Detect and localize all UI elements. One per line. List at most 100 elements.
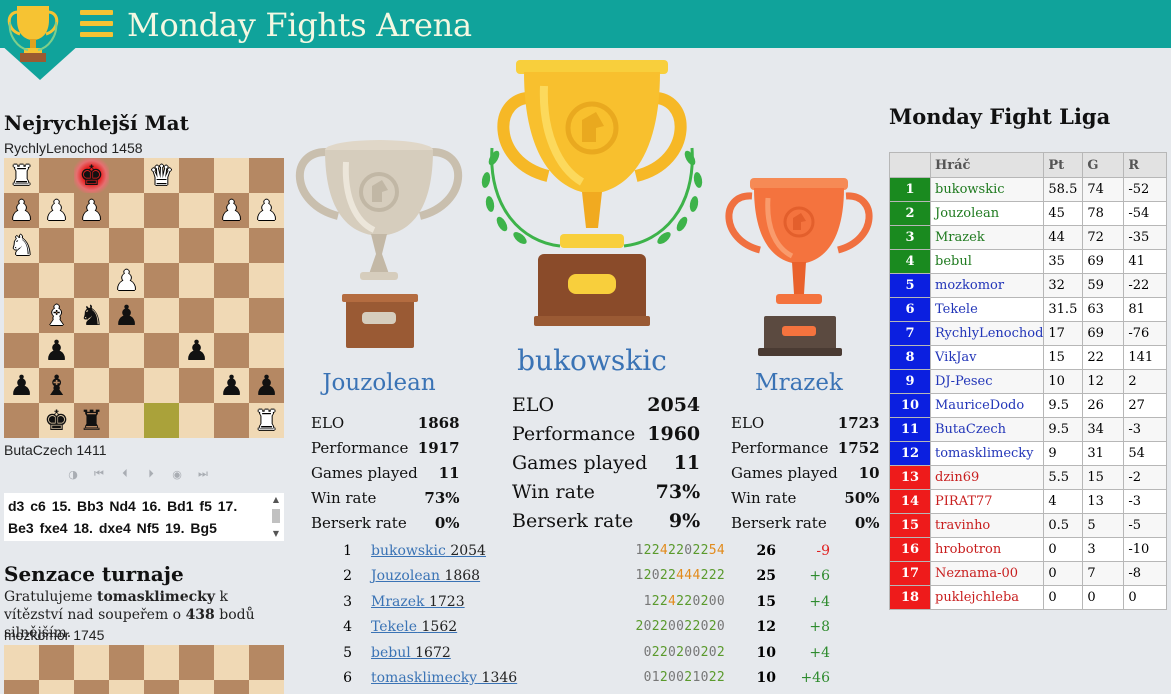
standings-player-link[interactable]: Mrazek [371, 594, 425, 610]
board-square[interactable] [249, 228, 284, 263]
board-square[interactable] [249, 298, 284, 333]
league-player-link[interactable]: PIRAT77 [929, 489, 1045, 514]
board-square[interactable]: ♝ [39, 368, 74, 403]
league-player-link[interactable]: Jouzolean [929, 201, 1045, 226]
board-square[interactable] [74, 263, 109, 298]
board-square[interactable] [179, 645, 214, 680]
fastest-mate-bottom-player[interactable]: ButaCzech 1411 [4, 442, 106, 458]
board-square[interactable] [179, 158, 214, 193]
board-square[interactable] [74, 368, 109, 403]
standings-player[interactable]: tomasklimecky 1346 [371, 670, 517, 686]
board-square[interactable]: ♞ [4, 228, 39, 263]
scroll-up-icon[interactable]: ▲ [270, 495, 282, 505]
board-square[interactable]: ♜ [74, 403, 109, 438]
board-square[interactable] [39, 263, 74, 298]
board-square[interactable] [109, 158, 144, 193]
league-col-rating[interactable]: R [1123, 152, 1168, 178]
board-square[interactable] [249, 333, 284, 368]
board-square[interactable] [179, 263, 214, 298]
standings-player[interactable]: Mrazek 1723 [371, 594, 465, 610]
board-square[interactable] [74, 333, 109, 368]
board-square[interactable] [214, 263, 249, 298]
board-square[interactable] [74, 680, 109, 694]
board-square[interactable] [144, 368, 179, 403]
sensation-top-player[interactable]: mozkomor 1745 [4, 627, 104, 643]
board-square[interactable] [214, 298, 249, 333]
league-player-link[interactable]: RychlyLenochod [929, 321, 1045, 346]
board-square[interactable] [179, 368, 214, 403]
board-square[interactable] [214, 403, 249, 438]
board-square[interactable] [144, 298, 179, 333]
flip-icon[interactable]: ◑ [62, 463, 84, 485]
board-square[interactable] [109, 193, 144, 228]
board-square[interactable] [109, 645, 144, 680]
board-square[interactable] [144, 263, 179, 298]
league-col-points[interactable]: Pt [1043, 152, 1084, 178]
board-square[interactable] [214, 645, 249, 680]
first-place-name[interactable]: bukowskic [512, 344, 672, 377]
board-square[interactable]: ♟ [214, 368, 249, 403]
board-square[interactable]: ♜ [249, 403, 284, 438]
board-square[interactable] [4, 645, 39, 680]
standings-player-link[interactable]: bebul [371, 645, 411, 661]
logo[interactable] [0, 0, 80, 82]
board-square[interactable]: ♟ [4, 193, 39, 228]
board-square[interactable] [144, 333, 179, 368]
third-place-name[interactable]: Mrazek [739, 370, 859, 396]
board-square[interactable] [179, 228, 214, 263]
board-square[interactable]: ♟ [74, 193, 109, 228]
board-square[interactable] [214, 333, 249, 368]
board-square[interactable] [74, 645, 109, 680]
league-player-link[interactable]: Mrazek [929, 225, 1045, 250]
league-player-link[interactable]: DJ-Pesec [929, 369, 1045, 394]
board-square[interactable]: ♜ [4, 158, 39, 193]
standings-player-link[interactable]: tomasklimecky [371, 670, 477, 686]
board-square[interactable] [214, 228, 249, 263]
board-square[interactable] [109, 680, 144, 694]
board-square[interactable] [179, 403, 214, 438]
prev-move-icon[interactable]: ⏴ [114, 463, 136, 485]
league-player-link[interactable]: tomasklimecky [929, 441, 1045, 466]
board-square[interactable] [179, 298, 214, 333]
league-col-games[interactable]: G [1082, 152, 1125, 178]
board-square[interactable] [4, 333, 39, 368]
league-player-link[interactable]: Tekele [929, 297, 1045, 322]
board-square[interactable]: ♟ [179, 333, 214, 368]
board-square[interactable] [249, 680, 284, 694]
board-square[interactable] [144, 228, 179, 263]
standings-player[interactable]: bukowskic 2054 [371, 543, 486, 559]
board-square[interactable] [249, 158, 284, 193]
board-square[interactable] [39, 228, 74, 263]
board-square[interactable] [39, 158, 74, 193]
board-square[interactable] [109, 368, 144, 403]
board-square[interactable] [4, 680, 39, 694]
league-player-link[interactable]: MauriceDodo [929, 393, 1045, 418]
standings-player[interactable]: Tekele 1562 [371, 619, 457, 635]
fastest-mate-top-player[interactable]: RychlyLenochod 1458 [4, 140, 143, 156]
board-square[interactable] [249, 645, 284, 680]
board-square[interactable]: ♚ [39, 403, 74, 438]
scroll-down-icon[interactable]: ▼ [270, 529, 282, 539]
board-square[interactable] [4, 403, 39, 438]
board-square[interactable] [144, 645, 179, 680]
board-square[interactable] [179, 680, 214, 694]
board-square[interactable]: ♟ [109, 263, 144, 298]
move-list-scrollbar[interactable]: ▲ ▼ [270, 495, 282, 539]
board-square[interactable]: ♟ [214, 193, 249, 228]
league-player-link[interactable]: dzin69 [929, 465, 1045, 490]
board-square[interactable]: ♛ [144, 158, 179, 193]
board-square[interactable] [4, 298, 39, 333]
board-square[interactable]: ♟ [109, 298, 144, 333]
board-square[interactable] [144, 193, 179, 228]
board-square[interactable]: ♚ [74, 158, 109, 193]
board-square[interactable] [39, 645, 74, 680]
league-player-link[interactable]: puklejchleba [929, 585, 1045, 610]
league-player-link[interactable]: Neznama-00 [929, 561, 1045, 586]
board-square[interactable] [214, 680, 249, 694]
league-player-link[interactable]: VikJav [929, 345, 1045, 370]
league-player-link[interactable]: travinho [929, 513, 1045, 538]
autoplay-icon[interactable]: ◉ [166, 463, 188, 485]
board-square[interactable]: ♟ [249, 368, 284, 403]
standings-player-link[interactable]: bukowskic [371, 543, 446, 559]
standings-player-link[interactable]: Tekele [371, 619, 417, 635]
